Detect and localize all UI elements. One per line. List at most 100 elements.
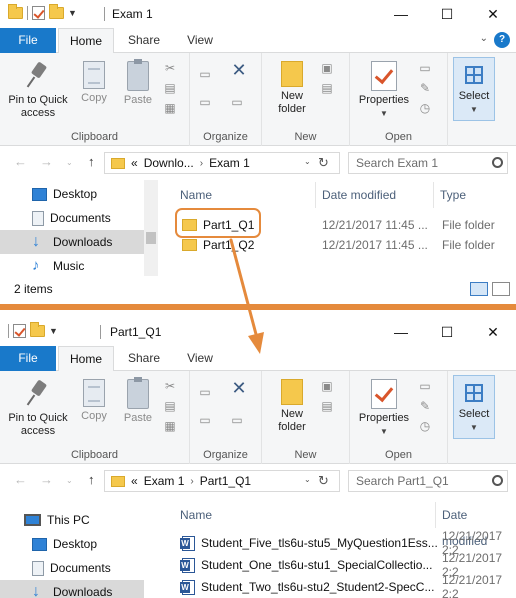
tab-share[interactable]: Share <box>118 346 170 371</box>
new-folder-icon[interactable] <box>49 4 64 19</box>
rename-icon[interactable]: ▭ <box>230 95 244 109</box>
new-label: New <box>294 449 317 461</box>
tab-view[interactable]: View <box>176 346 224 371</box>
new-folder-button[interactable]: New folder <box>272 379 312 434</box>
new-item-icon[interactable]: ▣ <box>320 61 334 75</box>
tab-file[interactable]: File <box>0 346 56 371</box>
nav-item-downloads[interactable]: ↓ Downloads <box>0 580 144 598</box>
new-folder-button[interactable]: New folder <box>272 61 312 116</box>
move-to-icon[interactable]: ▭ <box>198 385 212 399</box>
column-header-type[interactable]: Type <box>434 182 516 208</box>
tab-home[interactable]: Home <box>58 346 114 372</box>
copy-to-icon[interactable]: ▭ <box>198 413 212 427</box>
up-arrow-icon[interactable]: ↑ <box>88 154 95 169</box>
edit-icon[interactable]: ✎ <box>418 81 432 95</box>
recent-locations-icon[interactable]: ⌄ <box>66 158 73 167</box>
edit-icon[interactable]: ✎ <box>418 399 432 413</box>
maximize-icon[interactable]: ☐ <box>424 0 470 28</box>
breadcrumb-current[interactable]: Exam 1 <box>209 156 250 170</box>
details-view-icon[interactable] <box>470 282 488 296</box>
tab-file[interactable]: File <box>0 28 56 53</box>
tab-view[interactable]: View <box>176 28 224 53</box>
breadcrumb-downloads[interactable]: Downlo... <box>144 156 194 170</box>
copy-button[interactable]: Copy <box>76 379 112 423</box>
properties-check-icon[interactable] <box>13 324 26 338</box>
column-header-name[interactable]: Name <box>174 502 436 528</box>
nav-item-desktop[interactable]: Desktop <box>0 182 144 206</box>
minimize-icon[interactable]: — <box>378 318 424 346</box>
minimize-icon[interactable]: — <box>378 0 424 28</box>
new-item-icon[interactable]: ▣ <box>320 379 334 393</box>
nav-item-downloads[interactable]: ↓ Downloads <box>0 230 144 254</box>
chevron-down-icon[interactable]: ⌄ <box>304 475 311 484</box>
open-icon[interactable]: ▭ <box>418 379 432 393</box>
search-input[interactable]: Search Part1_Q1 <box>348 470 508 492</box>
scrollbar-thumb[interactable] <box>146 232 156 244</box>
copy-button[interactable]: Copy <box>76 61 112 105</box>
open-icon[interactable]: ▭ <box>418 61 432 75</box>
breadcrumb-overflow[interactable]: « <box>131 156 138 170</box>
close-icon[interactable]: ✕ <box>470 318 516 346</box>
forward-arrow-icon[interactable]: → <box>40 154 53 169</box>
delete-icon[interactable]: ✕ <box>230 379 248 397</box>
nav-item-documents[interactable]: Documents <box>0 556 144 580</box>
expand-ribbon-icon[interactable]: ⌄ <box>480 33 488 44</box>
customize-toolbar-dropdown-icon[interactable]: ▼ <box>49 326 58 336</box>
up-arrow-icon[interactable]: ↑ <box>88 472 95 487</box>
copy-path-icon[interactable]: ▤ <box>163 399 177 413</box>
nav-label: Music <box>53 259 85 273</box>
large-icons-view-icon[interactable] <box>492 282 510 296</box>
history-icon[interactable]: ◷ <box>418 101 432 115</box>
open-group: Properties ▼ ▭ ✎ ◷ Open <box>350 53 448 146</box>
rename-icon[interactable]: ▭ <box>230 413 244 427</box>
copy-path-icon[interactable]: ▤ <box>163 81 177 95</box>
new-folder-icon[interactable] <box>30 322 45 337</box>
file-type: File folder <box>442 218 495 232</box>
breadcrumb-current[interactable]: Part1_Q1 <box>200 474 251 488</box>
refresh-icon[interactable]: ↻ <box>318 473 329 489</box>
breadcrumb-exam1[interactable]: Exam 1 <box>144 474 185 488</box>
paste-button[interactable]: Paste <box>118 377 158 425</box>
maximize-icon[interactable]: ☐ <box>424 318 470 346</box>
recent-locations-icon[interactable]: ⌄ <box>66 476 73 485</box>
nav-item-desktop[interactable]: Desktop <box>0 532 144 556</box>
tab-home[interactable]: Home <box>58 28 114 54</box>
copy-to-icon[interactable]: ▭ <box>198 95 212 109</box>
paste-button[interactable]: Paste <box>118 59 158 107</box>
column-header-date[interactable]: Date modified <box>436 502 516 548</box>
properties-button[interactable]: Properties ▼ <box>356 379 412 438</box>
column-header-date[interactable]: Date modified <box>316 182 434 208</box>
nav-item-this-pc[interactable]: This PC <box>0 508 144 532</box>
chevron-down-icon[interactable]: ⌄ <box>304 157 311 166</box>
tab-share[interactable]: Share <box>118 28 170 53</box>
easy-access-icon[interactable]: ▤ <box>320 399 334 413</box>
nav-scrollbar[interactable] <box>144 180 158 276</box>
easy-access-icon[interactable]: ▤ <box>320 81 334 95</box>
refresh-icon[interactable]: ↻ <box>318 155 329 171</box>
back-arrow-icon[interactable]: ← <box>14 154 27 169</box>
breadcrumb-overflow[interactable]: « <box>131 474 138 488</box>
paste-shortcut-icon[interactable]: ▦ <box>163 101 177 115</box>
delete-icon[interactable]: ✕ <box>230 61 248 79</box>
select-button[interactable]: Select ▼ <box>453 57 495 121</box>
properties-check-icon[interactable] <box>32 6 45 20</box>
select-button[interactable]: Select ▼ <box>453 375 495 439</box>
nav-item-documents[interactable]: Documents <box>0 206 144 230</box>
pin-to-quick-access-button[interactable]: Pin to Quick access <box>6 61 70 120</box>
pin-to-quick-access-button[interactable]: Pin to Quick access <box>6 379 70 438</box>
column-header-name[interactable]: Name <box>174 182 316 208</box>
help-icon[interactable]: ? <box>494 32 510 48</box>
cut-icon[interactable]: ✂ <box>163 61 177 75</box>
customize-toolbar-dropdown-icon[interactable]: ▼ <box>68 8 77 18</box>
properties-button[interactable]: Properties ▼ <box>356 61 412 120</box>
back-arrow-icon[interactable]: ← <box>14 472 27 487</box>
nav-item-music[interactable]: ♪ Music <box>0 254 144 278</box>
paste-shortcut-icon[interactable]: ▦ <box>163 419 177 433</box>
move-to-icon[interactable]: ▭ <box>198 67 212 81</box>
history-icon[interactable]: ◷ <box>418 419 432 433</box>
file-row[interactable]: Student_Two_tls6u-stu2_Student2-SpecC...… <box>160 573 516 598</box>
search-input[interactable]: Search Exam 1 <box>348 152 508 174</box>
cut-icon[interactable]: ✂ <box>163 379 177 393</box>
forward-arrow-icon[interactable]: → <box>40 472 53 487</box>
close-icon[interactable]: ✕ <box>470 0 516 28</box>
